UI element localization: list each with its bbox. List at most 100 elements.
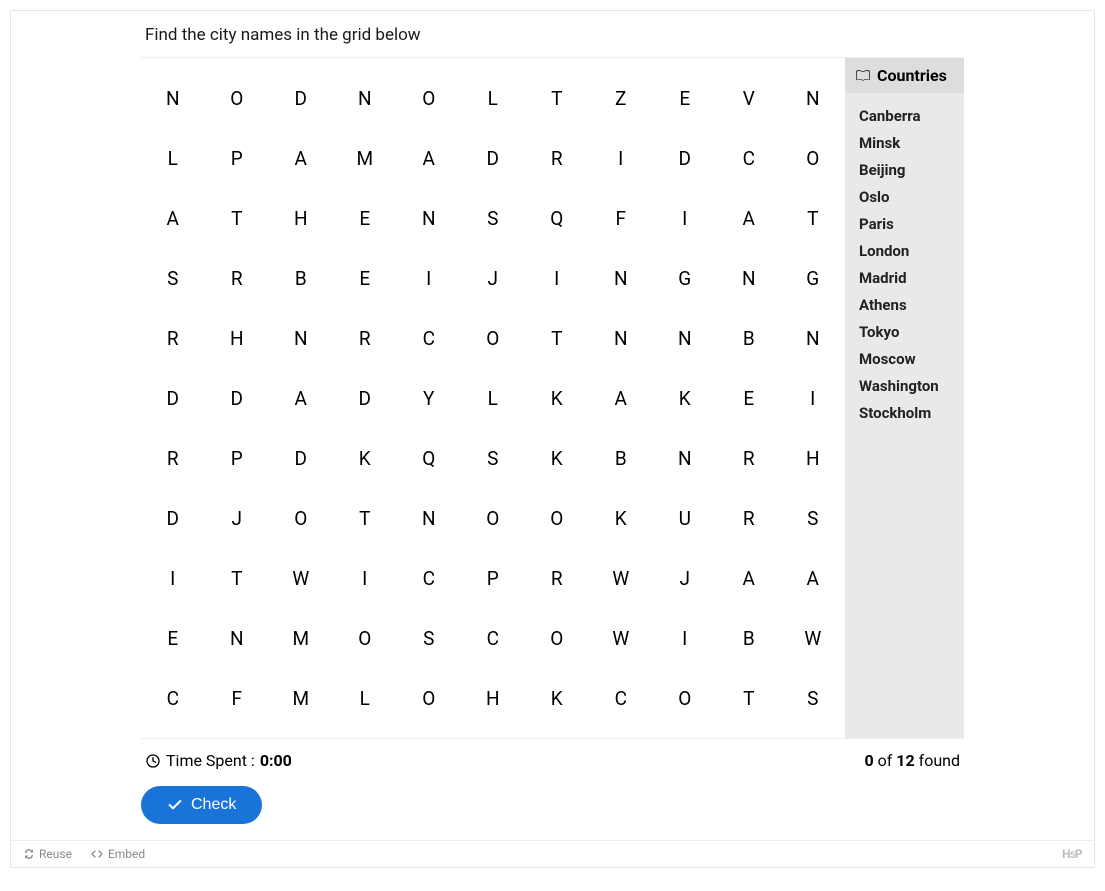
grid-cell[interactable]: I bbox=[525, 248, 589, 308]
grid-cell[interactable]: D bbox=[141, 368, 205, 428]
grid-cell[interactable]: W bbox=[589, 608, 653, 668]
grid-cell[interactable]: Y bbox=[397, 368, 461, 428]
grid-cell[interactable]: Z bbox=[589, 68, 653, 128]
grid-cell[interactable]: T bbox=[525, 308, 589, 368]
grid-cell[interactable]: B bbox=[589, 428, 653, 488]
grid-cell[interactable]: C bbox=[397, 308, 461, 368]
grid-cell[interactable]: I bbox=[653, 188, 717, 248]
grid-cell[interactable]: N bbox=[653, 308, 717, 368]
grid-cell[interactable]: A bbox=[269, 128, 333, 188]
grid-cell[interactable]: C bbox=[589, 668, 653, 728]
grid-cell[interactable]: S bbox=[141, 248, 205, 308]
grid-cell[interactable]: C bbox=[397, 548, 461, 608]
grid-cell[interactable]: P bbox=[461, 548, 525, 608]
grid-cell[interactable]: R bbox=[141, 428, 205, 488]
grid-cell[interactable]: E bbox=[333, 188, 397, 248]
grid-cell[interactable]: I bbox=[141, 548, 205, 608]
grid-cell[interactable]: I bbox=[781, 368, 845, 428]
grid-cell[interactable]: L bbox=[141, 128, 205, 188]
grid-cell[interactable]: E bbox=[141, 608, 205, 668]
grid-cell[interactable]: R bbox=[333, 308, 397, 368]
grid-cell[interactable]: T bbox=[333, 488, 397, 548]
grid-cell[interactable]: S bbox=[397, 608, 461, 668]
grid-cell[interactable]: O bbox=[781, 128, 845, 188]
grid-cell[interactable]: H bbox=[205, 308, 269, 368]
grid-cell[interactable]: C bbox=[717, 128, 781, 188]
grid-cell[interactable]: R bbox=[525, 548, 589, 608]
grid-cell[interactable]: P bbox=[205, 428, 269, 488]
grid-cell[interactable]: M bbox=[269, 608, 333, 668]
grid-cell[interactable]: B bbox=[269, 248, 333, 308]
grid-cell[interactable]: Q bbox=[397, 428, 461, 488]
grid-cell[interactable]: B bbox=[717, 308, 781, 368]
grid-cell[interactable]: S bbox=[461, 188, 525, 248]
grid-cell[interactable]: D bbox=[269, 68, 333, 128]
grid-cell[interactable]: M bbox=[269, 668, 333, 728]
grid-cell[interactable]: A bbox=[781, 548, 845, 608]
grid-cell[interactable]: K bbox=[525, 668, 589, 728]
grid-cell[interactable]: L bbox=[461, 368, 525, 428]
grid-cell[interactable]: F bbox=[589, 188, 653, 248]
grid-cell[interactable]: A bbox=[141, 188, 205, 248]
grid-cell[interactable]: N bbox=[333, 68, 397, 128]
embed-link[interactable]: Embed bbox=[90, 847, 145, 861]
h5p-logo[interactable]: H5P bbox=[1062, 847, 1082, 861]
grid-cell[interactable]: B bbox=[717, 608, 781, 668]
grid-cell[interactable]: T bbox=[205, 548, 269, 608]
grid-cell[interactable]: R bbox=[525, 128, 589, 188]
grid-cell[interactable]: K bbox=[525, 428, 589, 488]
grid-cell[interactable]: O bbox=[461, 488, 525, 548]
grid-cell[interactable]: J bbox=[653, 548, 717, 608]
grid-cell[interactable]: I bbox=[333, 548, 397, 608]
grid-cell[interactable]: O bbox=[333, 608, 397, 668]
letter-grid[interactable]: NODNOLTZEVNLPAMADRIDCOATHENSQFIATSRBEIJI… bbox=[141, 58, 845, 738]
reuse-link[interactable]: Reuse bbox=[23, 847, 72, 861]
grid-cell[interactable]: V bbox=[717, 68, 781, 128]
grid-cell[interactable]: S bbox=[461, 428, 525, 488]
grid-cell[interactable]: A bbox=[397, 128, 461, 188]
grid-cell[interactable]: O bbox=[397, 668, 461, 728]
grid-cell[interactable]: D bbox=[141, 488, 205, 548]
grid-cell[interactable]: T bbox=[781, 188, 845, 248]
grid-cell[interactable]: T bbox=[205, 188, 269, 248]
grid-cell[interactable]: S bbox=[781, 488, 845, 548]
grid-cell[interactable]: J bbox=[205, 488, 269, 548]
grid-cell[interactable]: H bbox=[461, 668, 525, 728]
grid-cell[interactable]: H bbox=[269, 188, 333, 248]
grid-cell[interactable]: G bbox=[781, 248, 845, 308]
grid-cell[interactable]: T bbox=[717, 668, 781, 728]
grid-cell[interactable]: N bbox=[141, 68, 205, 128]
grid-cell[interactable]: H bbox=[781, 428, 845, 488]
grid-cell[interactable]: O bbox=[525, 608, 589, 668]
grid-cell[interactable]: L bbox=[461, 68, 525, 128]
grid-cell[interactable]: R bbox=[205, 248, 269, 308]
grid-cell[interactable]: O bbox=[525, 488, 589, 548]
grid-cell[interactable]: R bbox=[717, 488, 781, 548]
grid-cell[interactable]: N bbox=[269, 308, 333, 368]
grid-cell[interactable]: K bbox=[333, 428, 397, 488]
grid-cell[interactable]: D bbox=[269, 428, 333, 488]
grid-cell[interactable]: N bbox=[397, 488, 461, 548]
grid-cell[interactable]: N bbox=[589, 248, 653, 308]
grid-cell[interactable]: C bbox=[461, 608, 525, 668]
grid-cell[interactable]: E bbox=[333, 248, 397, 308]
grid-cell[interactable]: R bbox=[141, 308, 205, 368]
grid-cell[interactable]: N bbox=[717, 248, 781, 308]
grid-cell[interactable]: I bbox=[397, 248, 461, 308]
grid-cell[interactable]: W bbox=[269, 548, 333, 608]
grid-cell[interactable]: C bbox=[141, 668, 205, 728]
grid-cell[interactable]: N bbox=[653, 428, 717, 488]
grid-cell[interactable]: N bbox=[205, 608, 269, 668]
grid-cell[interactable]: W bbox=[589, 548, 653, 608]
grid-cell[interactable]: N bbox=[781, 68, 845, 128]
grid-cell[interactable]: P bbox=[205, 128, 269, 188]
grid-cell[interactable]: D bbox=[205, 368, 269, 428]
grid-cell[interactable]: I bbox=[589, 128, 653, 188]
grid-cell[interactable]: O bbox=[653, 668, 717, 728]
grid-cell[interactable]: F bbox=[205, 668, 269, 728]
grid-cell[interactable]: M bbox=[333, 128, 397, 188]
grid-cell[interactable]: Q bbox=[525, 188, 589, 248]
grid-cell[interactable]: D bbox=[461, 128, 525, 188]
grid-cell[interactable]: O bbox=[397, 68, 461, 128]
grid-cell[interactable]: U bbox=[653, 488, 717, 548]
